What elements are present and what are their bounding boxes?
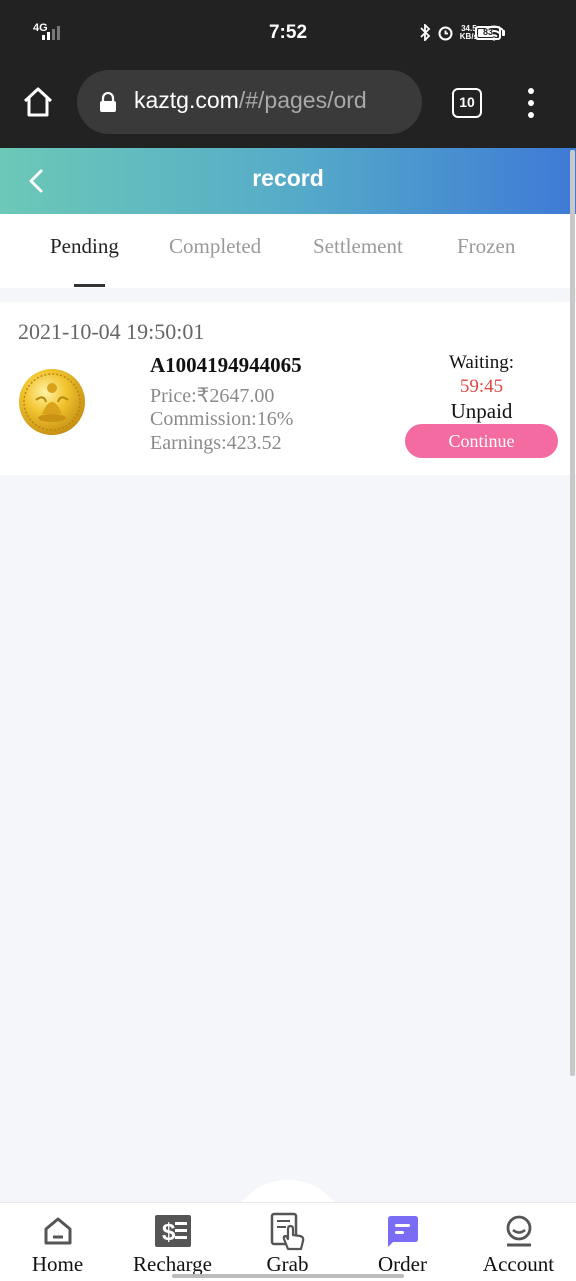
gold-coin-product-image — [19, 369, 85, 435]
battery-level: 83 — [482, 27, 493, 37]
tab-completed[interactable]: Completed — [169, 234, 261, 259]
url-text: kaztg.com/#/pages/ord — [134, 87, 419, 114]
page-title: record — [252, 165, 324, 191]
browser-menu-icon[interactable] — [522, 86, 540, 120]
bluetooth-icon — [420, 24, 431, 41]
nav-grab[interactable]: Grab — [230, 1203, 345, 1281]
page-header: record — [0, 148, 576, 214]
battery-icon: 83 — [475, 26, 501, 40]
address-bar[interactable]: kaztg.com/#/pages/ord — [77, 70, 422, 134]
status-bar: 4G 7:52 34.5 KB/s 83 — [0, 0, 576, 66]
grab-icon — [270, 1212, 304, 1251]
tab-switcher-button[interactable]: 10 — [452, 88, 482, 118]
order-earnings: Earnings:423.52 — [150, 432, 282, 454]
url-host: kaztg.com — [134, 87, 239, 113]
continue-button[interactable]: Continue — [405, 424, 558, 458]
alarm-icon — [438, 26, 453, 41]
battery-cap — [502, 30, 505, 36]
browser-toolbar: kaztg.com/#/pages/ord 10 — [0, 66, 576, 148]
recharge-icon: $ — [154, 1215, 191, 1247]
order-icon — [387, 1216, 418, 1247]
url-path: /#/pages/ord — [238, 87, 367, 113]
nav-home[interactable]: Home — [0, 1203, 115, 1281]
nav-order[interactable]: Order — [345, 1203, 460, 1281]
home-icon — [44, 1217, 71, 1245]
scrollbar[interactable] — [570, 150, 575, 1076]
tab-pending[interactable]: Pending — [50, 234, 119, 259]
tab-frozen[interactable]: Frozen — [457, 234, 515, 259]
countdown-timer: 59:45 — [459, 376, 504, 397]
order-card: 2021-10-04 19:50:01 A1004194944065 Price… — [0, 302, 576, 475]
nav-account-label: Account — [482, 1252, 555, 1276]
lock-icon — [100, 92, 116, 112]
browser-home-icon[interactable] — [20, 84, 56, 120]
gesture-bar[interactable] — [172, 1274, 404, 1278]
active-tab-indicator — [74, 284, 105, 287]
nav-home-label: Home — [31, 1252, 84, 1276]
nav-recharge[interactable]: $ Recharge — [115, 1203, 230, 1281]
order-id: A1004194944065 — [150, 353, 302, 377]
payment-status: Unpaid — [450, 399, 513, 423]
waiting-label: Waiting: — [449, 352, 514, 373]
bottom-nav: Home $ Recharge Grab Order Account — [0, 1202, 576, 1281]
nav-account[interactable]: Account — [461, 1203, 576, 1281]
account-icon — [506, 1215, 531, 1247]
tab-settlement[interactable]: Settlement — [313, 234, 403, 259]
order-time: 2021-10-04 19:50:01 — [18, 319, 205, 344]
order-commission: Commission:16% — [150, 408, 294, 430]
record-tabs: Pending Completed Settlement Frozen — [0, 214, 576, 288]
svg-text:$: $ — [162, 1219, 176, 1246]
order-price: Price:₹2647.00 — [150, 385, 275, 407]
